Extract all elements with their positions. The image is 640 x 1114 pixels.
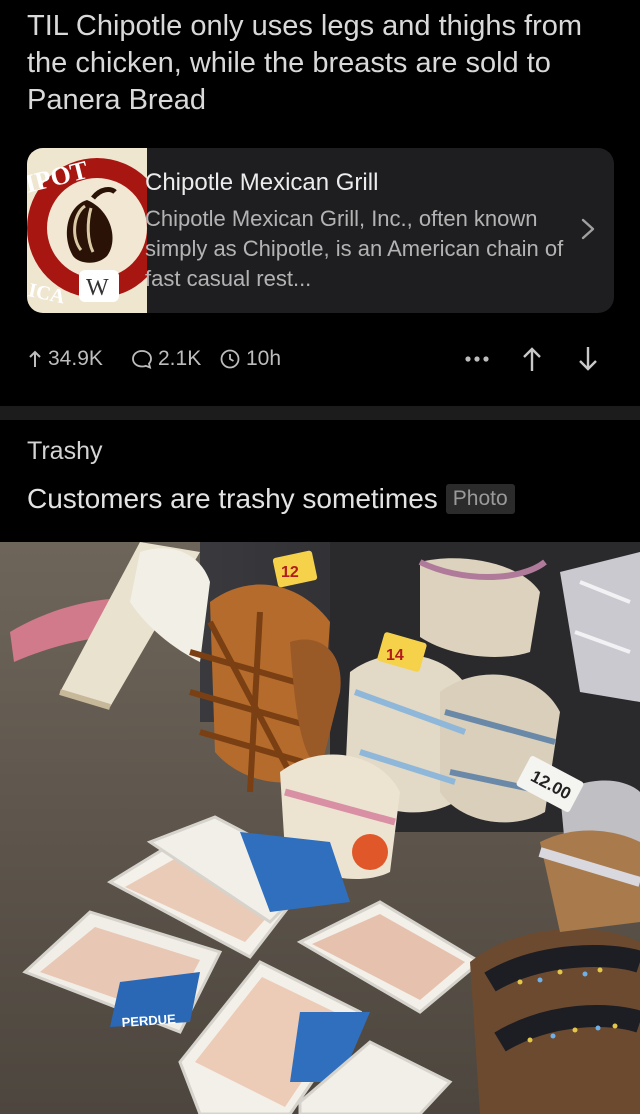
- arrow-down-icon: [579, 347, 597, 371]
- post-photo[interactable]: 12 14 12.00 PERDUE: [0, 542, 640, 1114]
- arrow-up-small-icon: [29, 350, 41, 367]
- comment-bubble-icon: [132, 350, 152, 370]
- post-age: 10h: [219, 342, 281, 376]
- community-name[interactable]: Trashy: [27, 437, 102, 466]
- ellipsis-icon: [465, 356, 489, 362]
- price-tag-1-text: 12: [281, 564, 299, 581]
- post-title-2[interactable]: Customers are trashy sometimes Photo: [27, 480, 627, 518]
- clock-icon: [220, 349, 240, 369]
- wikipedia-link-card[interactable]: IPOT ICA W Chipotle Mexican Grill Chipot…: [27, 148, 614, 313]
- store-floor-photo: 12 14 12.00 PERDUE: [0, 542, 640, 1114]
- link-card-description: Chipotle Mexican Grill, Inc., often know…: [145, 206, 564, 291]
- post-divider: [0, 406, 640, 420]
- upvote-count: 34.9K: [27, 342, 103, 376]
- upvote-button[interactable]: [515, 342, 549, 376]
- chevron-right-icon: [581, 218, 595, 240]
- chipotle-logo-thumbnail: IPOT ICA W: [27, 148, 147, 313]
- post-title-2-text: Customers are trashy sometimes: [27, 483, 438, 514]
- wikipedia-w-icon: W: [86, 275, 109, 301]
- feed-screen: TIL Chipotle only uses legs and thighs f…: [0, 0, 640, 1114]
- chipotle-logo-image: IPOT ICA W: [27, 148, 147, 313]
- comment-count[interactable]: 2.1K: [131, 342, 201, 376]
- upvote-count-value: 34.9K: [48, 347, 103, 370]
- photo-tag: Photo: [445, 484, 515, 514]
- price-tag-2-text: 14: [386, 647, 404, 664]
- more-options-button[interactable]: [459, 342, 495, 376]
- post-action-bar: 34.9K 2.1K 10h: [27, 342, 617, 376]
- link-card-title: Chipotle Mexican Grill: [145, 169, 379, 196]
- comment-count-value: 2.1K: [158, 347, 202, 370]
- post-title[interactable]: TIL Chipotle only uses legs and thighs f…: [27, 8, 617, 119]
- arrow-up-icon: [523, 347, 541, 371]
- post-age-value: 10h: [246, 347, 282, 370]
- downvote-button[interactable]: [571, 342, 605, 376]
